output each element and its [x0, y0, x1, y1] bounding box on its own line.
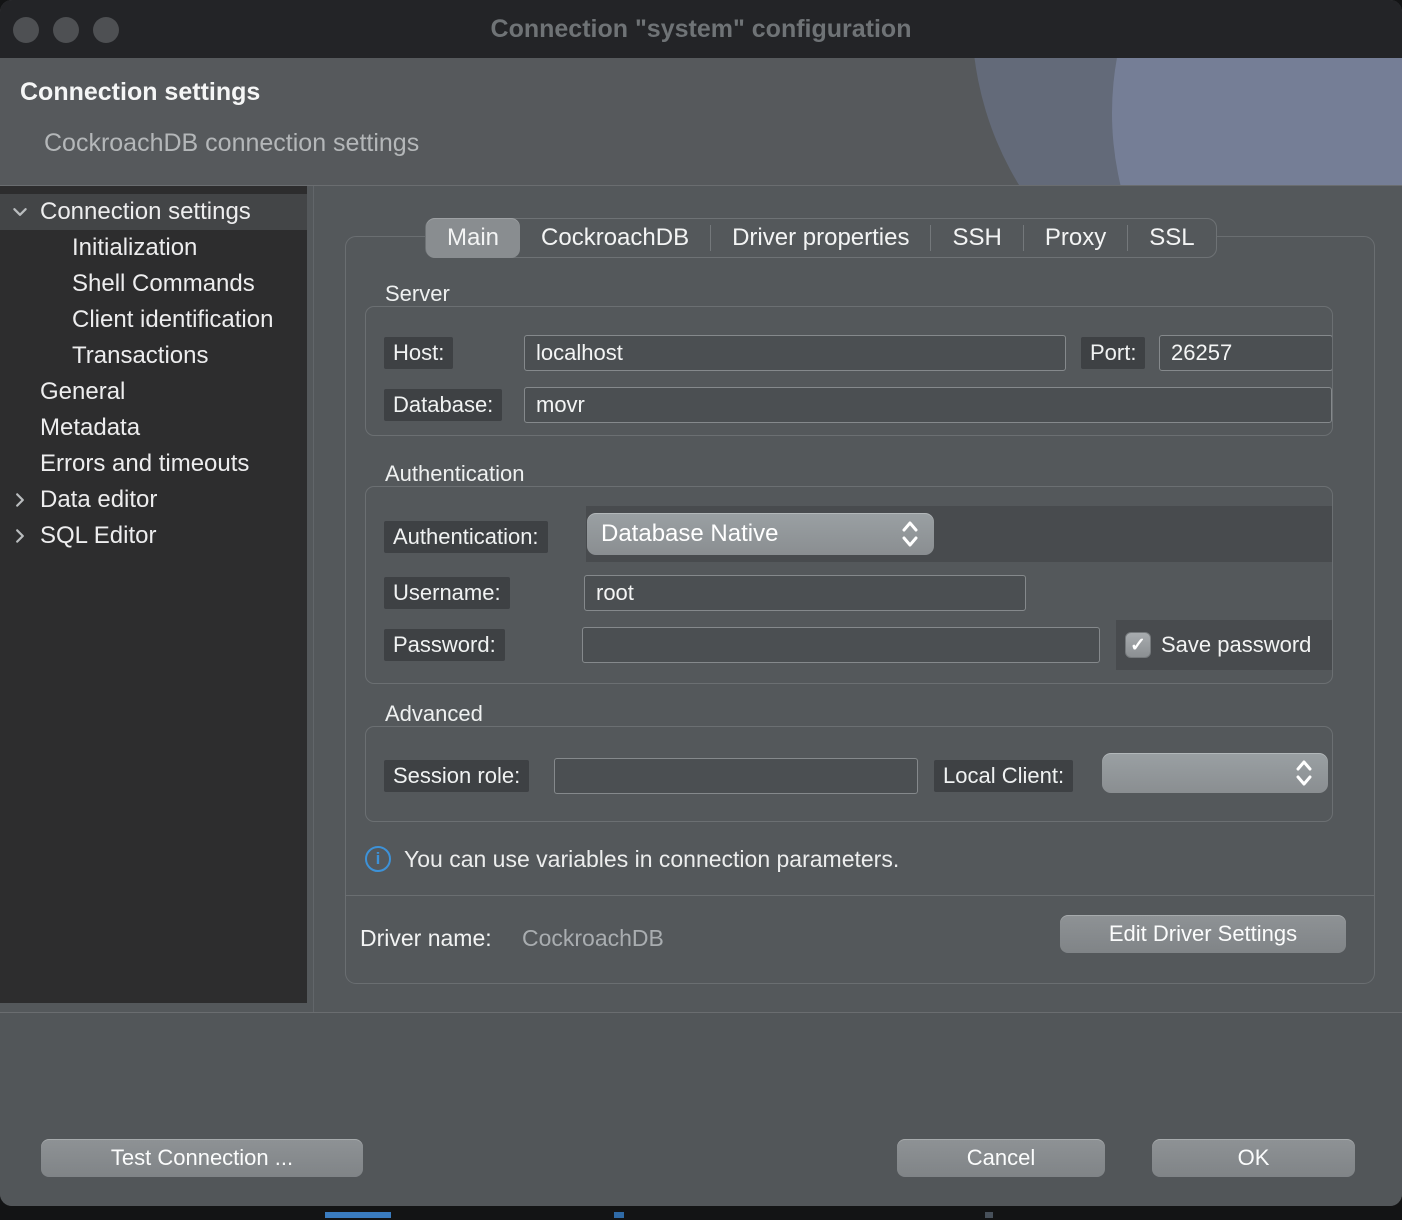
- header-banner: Connection settings CockroachDB connecti…: [0, 58, 1402, 186]
- tab-ssh[interactable]: SSH: [931, 218, 1022, 258]
- sidebar-item-label: Connection settings: [0, 198, 251, 226]
- sidebar-item-data-editor[interactable]: Data editor: [0, 482, 307, 518]
- sidebar-item-label: Shell Commands: [0, 270, 255, 298]
- authentication-group: Authentication: Database Native Username…: [365, 486, 1333, 684]
- tab-ssl[interactable]: SSL: [1128, 218, 1215, 258]
- sidebar-item-transactions[interactable]: Transactions: [0, 338, 307, 374]
- username-label: Username:: [384, 577, 510, 609]
- sidebar-item-label: Errors and timeouts: [0, 450, 249, 478]
- local-client-select[interactable]: [1102, 753, 1328, 793]
- authentication-group-label: Authentication: [385, 461, 524, 487]
- driver-separator: [345, 895, 1375, 896]
- sidebar-item-label: Transactions: [0, 342, 209, 370]
- sidebar-item-label: Metadata: [0, 414, 140, 442]
- sidebar-item-metadata[interactable]: Metadata: [0, 410, 307, 446]
- info-message: You can use variables in connection para…: [404, 846, 899, 873]
- advanced-group-label: Advanced: [385, 701, 483, 727]
- session-role-input[interactable]: [554, 758, 918, 794]
- save-password-container: ✓ Save password: [1116, 620, 1333, 670]
- connection-config-dialog: Connection "system" configuration Connec…: [0, 0, 1402, 1206]
- advanced-group: Session role: Local Client:: [365, 726, 1333, 822]
- server-group-label: Server: [385, 281, 450, 307]
- authentication-label: Authentication:: [384, 521, 548, 553]
- port-label: Port:: [1081, 337, 1145, 369]
- database-input[interactable]: [524, 387, 1332, 423]
- database-label: Database:: [384, 389, 502, 421]
- sidebar-item-connection-settings[interactable]: Connection settings: [0, 194, 307, 230]
- session-role-label: Session role:: [384, 760, 529, 792]
- save-password-checkbox[interactable]: ✓: [1125, 632, 1151, 658]
- tab-bar: Main CockroachDB Driver properties SSH P…: [425, 218, 1217, 258]
- sidebar-item-client-identification[interactable]: Client identification: [0, 302, 307, 338]
- window-title: Connection "system" configuration: [0, 0, 1402, 58]
- driver-name-label: Driver name:: [360, 925, 492, 952]
- title-bar: Connection "system" configuration: [0, 0, 1402, 58]
- password-input[interactable]: [582, 627, 1100, 663]
- port-input[interactable]: [1159, 335, 1333, 371]
- sidebar-item-label: General: [0, 378, 125, 406]
- sidebar-item-initialization[interactable]: Initialization: [0, 230, 307, 266]
- tab-proxy[interactable]: Proxy: [1024, 218, 1127, 258]
- settings-tree: Connection settings Initialization Shell…: [0, 186, 307, 1003]
- authentication-selected-value: Database Native: [601, 520, 900, 548]
- password-label: Password:: [384, 629, 505, 661]
- sidebar-item-sql-editor[interactable]: SQL Editor: [0, 518, 307, 554]
- decorative-arc: [1112, 58, 1402, 186]
- sidebar-item-label: Initialization: [0, 234, 197, 262]
- desktop-fragment: [985, 1212, 993, 1218]
- updown-chevron-icon: [1294, 758, 1314, 788]
- tab-driver-properties[interactable]: Driver properties: [711, 218, 930, 258]
- info-icon: i: [365, 846, 391, 872]
- sidebar-item-errors-and-timeouts[interactable]: Errors and timeouts: [0, 446, 307, 482]
- ok-button[interactable]: OK: [1152, 1139, 1355, 1177]
- host-input[interactable]: [524, 335, 1066, 371]
- chevron-down-icon[interactable]: [8, 200, 32, 224]
- sidebar-item-label: Client identification: [0, 306, 273, 334]
- username-input[interactable]: [584, 575, 1026, 611]
- sidebar-item-general[interactable]: General: [0, 374, 307, 410]
- test-connection-button[interactable]: Test Connection ...: [41, 1139, 363, 1177]
- page-subtitle: CockroachDB connection settings: [44, 129, 419, 158]
- desktop-fragment: [614, 1212, 624, 1218]
- chevron-right-icon[interactable]: [8, 524, 32, 548]
- tab-cockroachdb[interactable]: CockroachDB: [520, 218, 710, 258]
- local-client-label: Local Client:: [934, 760, 1073, 792]
- updown-chevron-icon: [900, 519, 920, 549]
- footer-bar: Test Connection ... Cancel OK: [0, 1012, 1402, 1206]
- edit-driver-settings-button[interactable]: Edit Driver Settings: [1060, 915, 1346, 953]
- save-password-label: Save password: [1161, 620, 1311, 670]
- tab-main[interactable]: Main: [426, 218, 520, 258]
- sidebar-item-shell-commands[interactable]: Shell Commands: [0, 266, 307, 302]
- driver-name-value: CockroachDB: [522, 925, 664, 952]
- chevron-right-icon[interactable]: [8, 488, 32, 512]
- server-group: Host: Port: Database:: [365, 306, 1333, 436]
- page-title: Connection settings: [20, 78, 260, 107]
- desktop-fragment: [325, 1212, 391, 1218]
- host-label: Host:: [384, 337, 453, 369]
- sidebar-divider: [313, 186, 314, 1012]
- cancel-button[interactable]: Cancel: [897, 1139, 1105, 1177]
- authentication-select[interactable]: Database Native: [587, 513, 934, 555]
